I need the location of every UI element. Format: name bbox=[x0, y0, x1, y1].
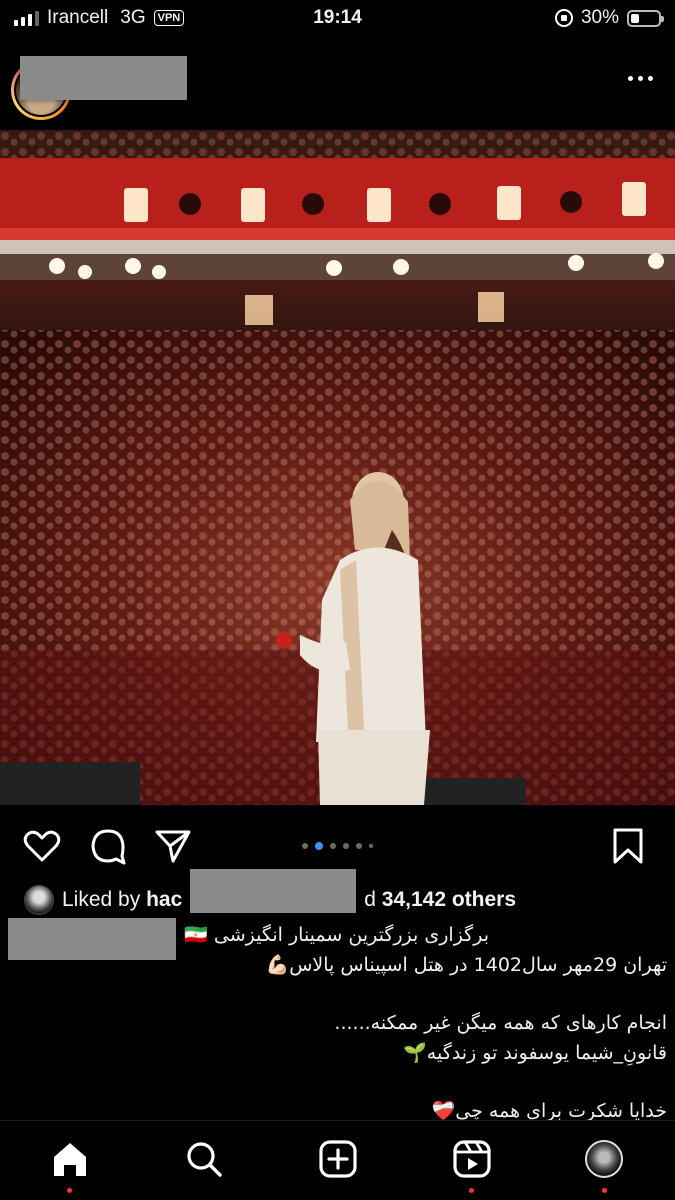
redacted-username bbox=[20, 56, 187, 100]
battery-level bbox=[631, 13, 639, 23]
post-photo-image bbox=[0, 130, 675, 805]
vpn-badge: VPN bbox=[153, 10, 185, 26]
search-icon[interactable] bbox=[184, 1139, 224, 1179]
redacted-caption-username bbox=[8, 918, 176, 960]
signal-icon bbox=[14, 10, 39, 26]
carousel-dot bbox=[343, 843, 349, 849]
carrier-name: Irancell bbox=[47, 7, 109, 28]
bookmark-icon[interactable] bbox=[608, 826, 648, 866]
action-row bbox=[0, 818, 675, 874]
network-type: 3G bbox=[120, 7, 146, 28]
liker-username[interactable]: hac bbox=[146, 888, 182, 911]
comment-icon[interactable] bbox=[88, 826, 128, 866]
liked-by-prefix: Liked by bbox=[62, 888, 141, 911]
carousel-dot bbox=[369, 844, 373, 848]
post-header bbox=[0, 40, 675, 130]
profile-notification-dot bbox=[602, 1188, 607, 1193]
caption-line: انجام کارهای که همه میگن غیر ممکنه...... bbox=[334, 1012, 667, 1034]
likes-count[interactable]: 34,142 others bbox=[382, 888, 516, 911]
profile-icon[interactable] bbox=[585, 1140, 623, 1178]
redacted-liker bbox=[190, 869, 356, 913]
create-icon[interactable] bbox=[318, 1139, 358, 1179]
carousel-dot bbox=[302, 843, 308, 849]
post-photo[interactable] bbox=[0, 130, 675, 805]
caption-line: قانونِ_شیما یوسفوند تو زندگیه🌱 bbox=[403, 1042, 667, 1064]
more-horizontal-icon[interactable] bbox=[628, 76, 653, 81]
send-icon[interactable] bbox=[153, 826, 193, 866]
battery-percent: 30% bbox=[580, 7, 619, 28]
home-icon[interactable] bbox=[50, 1139, 90, 1179]
liked-by-and: d bbox=[364, 888, 376, 911]
bottom-tab-bar bbox=[0, 1120, 675, 1200]
carousel-dot bbox=[356, 843, 362, 849]
rotation-lock-icon bbox=[554, 9, 573, 27]
battery-icon bbox=[627, 9, 664, 27]
status-bar: Irancell 3G VPN 19:14 30% bbox=[0, 0, 675, 36]
liked-by[interactable]: Liked by hac d 34,142 others bbox=[24, 869, 516, 918]
carousel-indicator bbox=[302, 842, 373, 850]
caption-line: خدایا شکرت برای همه چی❤️‍🩹 bbox=[431, 1100, 667, 1120]
home-notification-dot bbox=[67, 1188, 72, 1193]
carousel-dot-active bbox=[315, 842, 323, 850]
heart-icon[interactable] bbox=[22, 826, 62, 866]
liker-avatar bbox=[24, 885, 54, 915]
reels-notification-dot bbox=[469, 1188, 474, 1193]
carousel-dot bbox=[330, 843, 336, 849]
reels-icon[interactable] bbox=[452, 1139, 492, 1179]
